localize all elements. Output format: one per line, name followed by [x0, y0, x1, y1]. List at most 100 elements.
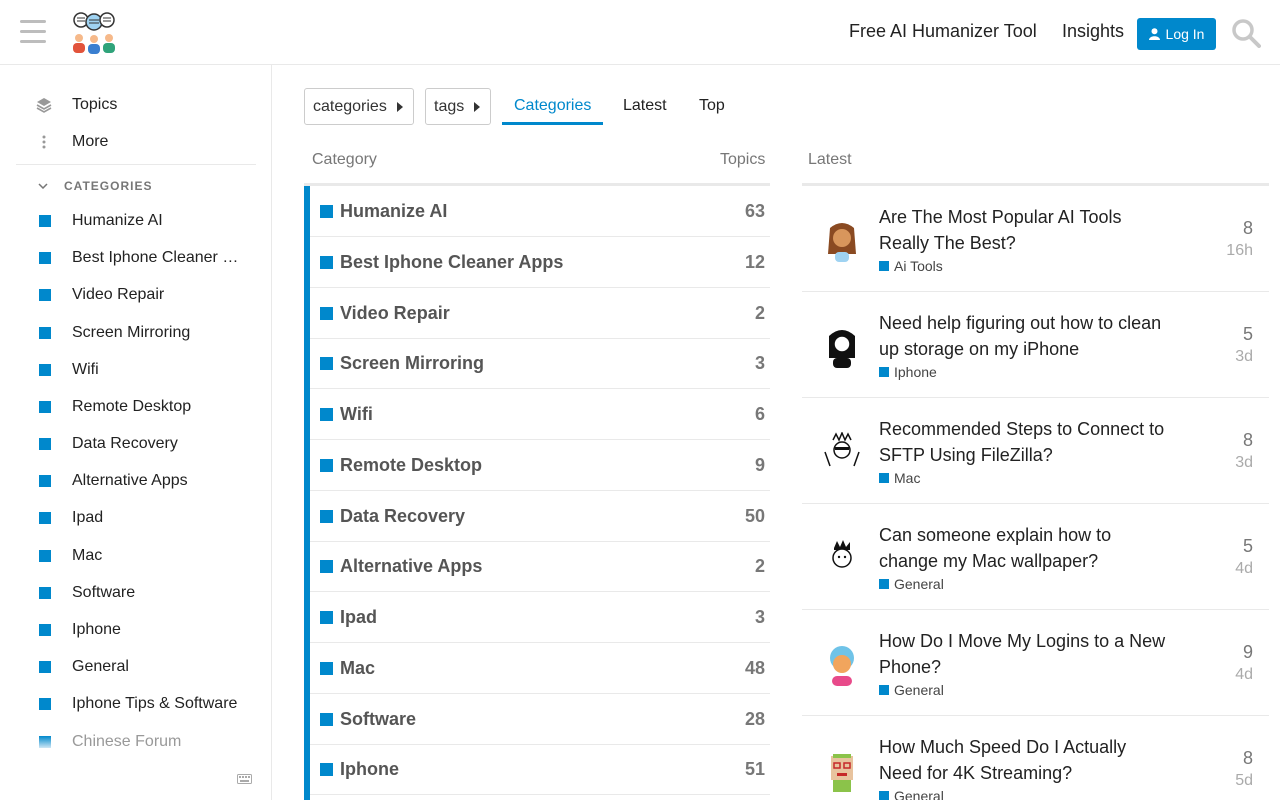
sidebar-category-video-repair[interactable]: Video Repair [16, 280, 256, 310]
table-row[interactable]: Screen Mirroring 3 [310, 338, 770, 389]
avatar[interactable] [821, 538, 863, 580]
hamburger-menu-icon[interactable] [20, 20, 46, 44]
table-row[interactable]: Best Iphone Cleaner Apps 12 [310, 237, 770, 288]
table-row[interactable]: Alternative Apps 2 [310, 541, 770, 592]
avatar[interactable] [821, 220, 863, 262]
topic-count: 28 [744, 708, 765, 729]
sidebar-category-software[interactable]: Software [16, 578, 256, 608]
sidebar-category-wifi[interactable]: Wifi [16, 355, 256, 385]
sidebar-item-more[interactable]: More [16, 127, 256, 157]
category-name[interactable]: Wifi [340, 404, 755, 425]
topic-title[interactable]: Need help figuring out how to clean up s… [879, 310, 1169, 362]
topic-age[interactable]: 16h [1226, 242, 1253, 260]
table-row[interactable]: Remote Desktop 9 [310, 440, 770, 491]
list-item[interactable]: Need help figuring out how to clean up s… [802, 292, 1269, 398]
topic-age[interactable]: 4d [1235, 666, 1253, 684]
category-color-square [320, 458, 333, 472]
category-name[interactable]: Alternative Apps [340, 556, 755, 577]
site-logo[interactable] [70, 10, 118, 54]
sidebar-category-ipad[interactable]: Ipad [16, 503, 256, 533]
topic-count: 51 [744, 758, 765, 779]
topic-title[interactable]: Are The Most Popular AI Tools Really The… [879, 204, 1169, 256]
sidebar-category-iphone[interactable]: Iphone [16, 615, 256, 645]
login-button[interactable]: Log In [1137, 18, 1216, 50]
sidebar-category-general[interactable]: General [16, 652, 256, 682]
avatar[interactable] [821, 432, 863, 474]
tab-latest[interactable]: Latest [623, 97, 667, 115]
tags-dropdown[interactable]: tags [425, 88, 492, 125]
tab-top[interactable]: Top [699, 97, 725, 115]
topic-count: 2 [754, 555, 765, 576]
sidebar-category-best-iphone-cleaner[interactable]: Best Iphone Cleaner … [16, 243, 256, 273]
category-color-square [879, 579, 889, 589]
table-row[interactable]: Ipad 3 [310, 592, 770, 643]
header-link-humanizer[interactable]: Free AI Humanizer Tool [849, 21, 1037, 42]
table-row[interactable]: Software 28 [310, 694, 770, 745]
avatar[interactable] [821, 326, 863, 368]
topic-age[interactable]: 3d [1235, 348, 1253, 366]
sidebar-category-label: Remote Desktop [72, 398, 192, 415]
sidebar-item-topics[interactable]: Topics [16, 90, 256, 120]
category-name[interactable]: Screen Mirroring [340, 353, 755, 374]
sidebar-category-iphone-tips-software[interactable]: Iphone Tips & Software [16, 689, 256, 719]
list-item[interactable]: Recommended Steps to Connect to SFTP Usi… [802, 398, 1269, 504]
topic-category-badge[interactable]: Ai Tools [879, 258, 943, 274]
list-item[interactable]: How Do I Move My Logins to a New Phone? … [802, 610, 1269, 716]
category-name[interactable]: Iphone [340, 759, 745, 780]
sidebar-category-alternative-apps[interactable]: Alternative Apps [16, 466, 256, 496]
table-row[interactable]: Video Repair 2 [310, 288, 770, 339]
table-row[interactable]: Wifi 6 [310, 389, 770, 440]
category-name[interactable]: Best Iphone Cleaner Apps [340, 252, 745, 273]
sidebar-category-remote-desktop[interactable]: Remote Desktop [16, 392, 256, 422]
category-name[interactable]: Software [340, 709, 745, 730]
search-icon[interactable] [1231, 18, 1261, 48]
sidebar-category-data-recovery[interactable]: Data Recovery [16, 429, 256, 459]
category-name[interactable]: Video Repair [340, 303, 755, 324]
categories-dropdown[interactable]: categories [304, 88, 414, 125]
topic-age[interactable]: 5d [1235, 772, 1253, 790]
topic-category-badge[interactable]: General [879, 788, 944, 800]
table-row[interactable]: Iphone 51 [310, 744, 770, 795]
categories-section-toggle[interactable]: CATEGORIES [38, 179, 152, 193]
category-name[interactable]: Ipad [340, 607, 755, 628]
category-name[interactable]: Mac [340, 658, 745, 679]
column-header-topics: Topics [720, 151, 766, 168]
topic-title[interactable]: Recommended Steps to Connect to SFTP Usi… [879, 416, 1169, 468]
table-row[interactable]: Data Recovery 50 [310, 491, 770, 542]
header-link-insights[interactable]: Insights [1062, 21, 1124, 42]
sidebar: Topics More CATEGORIES Humanize AI Best … [0, 65, 272, 800]
topic-title[interactable]: How Much Speed Do I Actually Need for 4K… [879, 734, 1169, 786]
topic-count: 2 [754, 302, 765, 323]
sidebar-category-label: General [72, 658, 129, 675]
sidebar-category-screen-mirroring[interactable]: Screen Mirroring [16, 318, 256, 348]
topic-category-badge[interactable]: Iphone [879, 364, 937, 380]
topic-count: 6 [754, 403, 765, 424]
category-name[interactable]: Humanize AI [340, 201, 745, 222]
topic-category-badge[interactable]: General [879, 682, 944, 698]
sidebar-category-label: Ipad [72, 509, 104, 526]
list-item[interactable]: Are The Most Popular AI Tools Really The… [802, 186, 1269, 292]
keyboard-shortcuts-icon[interactable] [237, 774, 252, 784]
table-row[interactable]: Humanize AI 63 [310, 186, 770, 237]
table-row[interactable]: Mac 48 [310, 643, 770, 694]
category-name[interactable]: Remote Desktop [340, 455, 755, 476]
topic-title[interactable]: How Do I Move My Logins to a New Phone? [879, 628, 1169, 680]
sidebar-category-mac[interactable]: Mac [16, 541, 256, 571]
badge-label: Ai Tools [894, 258, 943, 274]
topic-title[interactable]: Can someone explain how to change my Mac… [879, 522, 1169, 574]
reply-count: 8 [1242, 430, 1253, 450]
topic-category-badge[interactable]: General [879, 576, 944, 592]
avatar[interactable] [821, 644, 863, 686]
tab-categories[interactable]: Categories [514, 97, 591, 115]
list-item[interactable]: Can someone explain how to change my Mac… [802, 504, 1269, 610]
topic-category-badge[interactable]: Mac [879, 470, 920, 486]
caret-right-icon [396, 101, 403, 112]
topic-age[interactable]: 4d [1235, 560, 1253, 578]
category-name[interactable]: Data Recovery [340, 506, 745, 527]
topic-age[interactable]: 3d [1235, 454, 1253, 472]
sidebar-category-chinese-forum[interactable]: Chinese Forum [16, 727, 256, 757]
sidebar-category-label: Data Recovery [72, 435, 178, 452]
list-item[interactable]: How Much Speed Do I Actually Need for 4K… [802, 716, 1269, 800]
sidebar-category-humanize-ai[interactable]: Humanize AI [16, 206, 256, 236]
avatar[interactable] [821, 750, 863, 792]
